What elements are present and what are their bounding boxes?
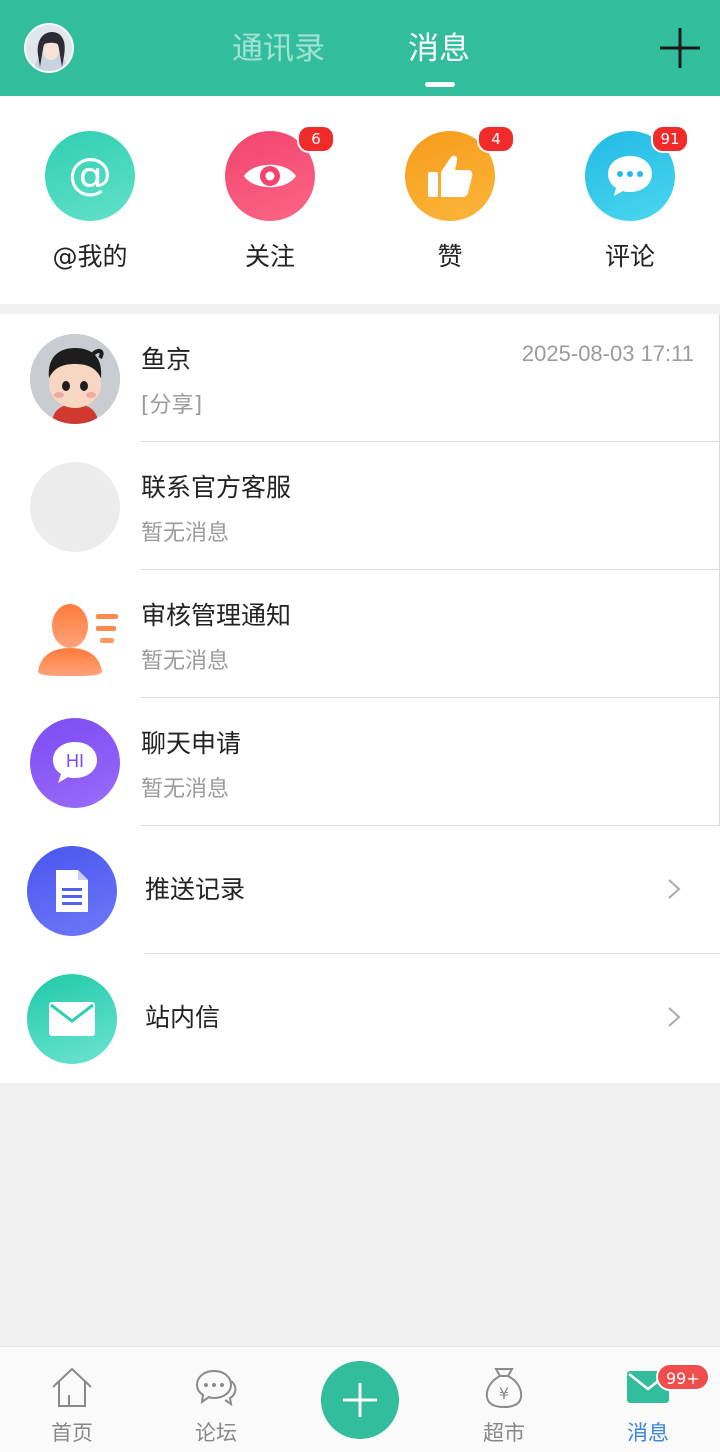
quick-label-mentions: @我的 bbox=[52, 242, 128, 271]
audit-person-icon bbox=[36, 590, 122, 680]
top-bar: 通讯录 消息 bbox=[0, 0, 720, 96]
message-preview: 暂无消息 bbox=[141, 777, 230, 802]
message-title: 审核管理通知 bbox=[141, 601, 292, 630]
money-bag-icon: ¥ bbox=[485, 1368, 523, 1409]
nav-forum[interactable]: 论坛 bbox=[144, 1347, 288, 1452]
list-item-customer-service[interactable]: 联系官方客服 暂无消息 bbox=[0, 442, 720, 570]
follow-badge: 6 bbox=[297, 125, 335, 153]
likes-badge: 4 bbox=[477, 125, 515, 153]
active-tab-indicator bbox=[425, 82, 455, 87]
nav-messages[interactable]: 99+ 消息 bbox=[576, 1347, 720, 1452]
bottom-nav: 首页 论坛 ¥ 超市 99+ 消息 bbox=[0, 1346, 720, 1452]
svg-text:@: @ bbox=[68, 151, 112, 200]
customer-service-avatar-placeholder bbox=[30, 462, 120, 552]
quick-mentions[interactable]: @ @我的 bbox=[0, 131, 180, 291]
quick-label-follow: 关注 bbox=[244, 242, 295, 271]
list-item-push-records[interactable]: 推送记录 bbox=[0, 826, 720, 954]
chevron-right-icon bbox=[668, 879, 681, 899]
list-item-site-mail[interactable]: 站内信 bbox=[0, 954, 720, 1082]
nav-home[interactable]: 首页 bbox=[0, 1347, 144, 1452]
svg-text:¥: ¥ bbox=[499, 1384, 509, 1403]
link-title: 站内信 bbox=[145, 1003, 221, 1032]
quick-likes[interactable]: 4 赞 bbox=[360, 125, 540, 291]
nav-label-messages: 消息 bbox=[627, 1421, 669, 1445]
tab-messages[interactable]: 消息 bbox=[408, 30, 470, 68]
tab-contacts[interactable]: 通讯录 bbox=[232, 30, 325, 68]
home-icon bbox=[52, 1367, 92, 1407]
quick-follow[interactable]: 6 关注 bbox=[180, 125, 360, 291]
quick-comments[interactable]: 91 评论 bbox=[540, 125, 720, 291]
nav-label-home: 首页 bbox=[51, 1421, 93, 1445]
nav-label-forum: 论坛 bbox=[195, 1421, 237, 1445]
message-preview: 暂无消息 bbox=[141, 649, 230, 674]
comments-badge: 91 bbox=[651, 125, 689, 153]
quick-label-comments: 评论 bbox=[604, 242, 655, 271]
message-title: 联系官方客服 bbox=[141, 473, 292, 502]
list-item-yujing[interactable]: 鱼京 2025-08-03 17:11 [分享] bbox=[0, 314, 720, 442]
messages-badge: 99+ bbox=[656, 1363, 710, 1391]
user-avatar[interactable] bbox=[24, 23, 74, 73]
add-button[interactable] bbox=[658, 26, 702, 70]
nav-label-market: 超市 bbox=[483, 1421, 525, 1445]
list-item-audit-notice[interactable]: 审核管理通知 暂无消息 bbox=[0, 570, 720, 698]
quick-label-likes: 赞 bbox=[437, 242, 463, 271]
chevron-right-icon bbox=[668, 1007, 681, 1027]
chat-request-icon: HI bbox=[30, 718, 120, 808]
link-title: 推送记录 bbox=[145, 875, 246, 904]
nav-market[interactable]: ¥ 超市 bbox=[432, 1347, 576, 1452]
quick-actions: @ @我的 6 关注 4 赞 91 评论 bbox=[0, 96, 720, 304]
svg-text:HI: HI bbox=[66, 751, 84, 771]
message-title: 聊天申请 bbox=[141, 729, 242, 758]
plus-icon bbox=[660, 28, 700, 68]
message-preview: [分享] bbox=[141, 393, 203, 418]
plus-icon bbox=[343, 1383, 377, 1417]
at-icon: @ bbox=[45, 131, 135, 221]
document-icon bbox=[27, 846, 117, 936]
forum-chat-icon bbox=[195, 1369, 237, 1407]
publish-button[interactable] bbox=[321, 1361, 399, 1439]
message-time: 2025-08-03 17:11 bbox=[521, 341, 694, 366]
message-preview: 暂无消息 bbox=[141, 521, 230, 546]
contact-avatar bbox=[30, 334, 120, 424]
envelope-icon bbox=[27, 974, 117, 1064]
message-title: 鱼京 bbox=[141, 345, 192, 374]
list-item-chat-request[interactable]: HI 聊天申请 暂无消息 bbox=[0, 698, 720, 826]
message-list: 鱼京 2025-08-03 17:11 [分享] 联系官方客服 暂无消息 审核管… bbox=[0, 314, 720, 1083]
